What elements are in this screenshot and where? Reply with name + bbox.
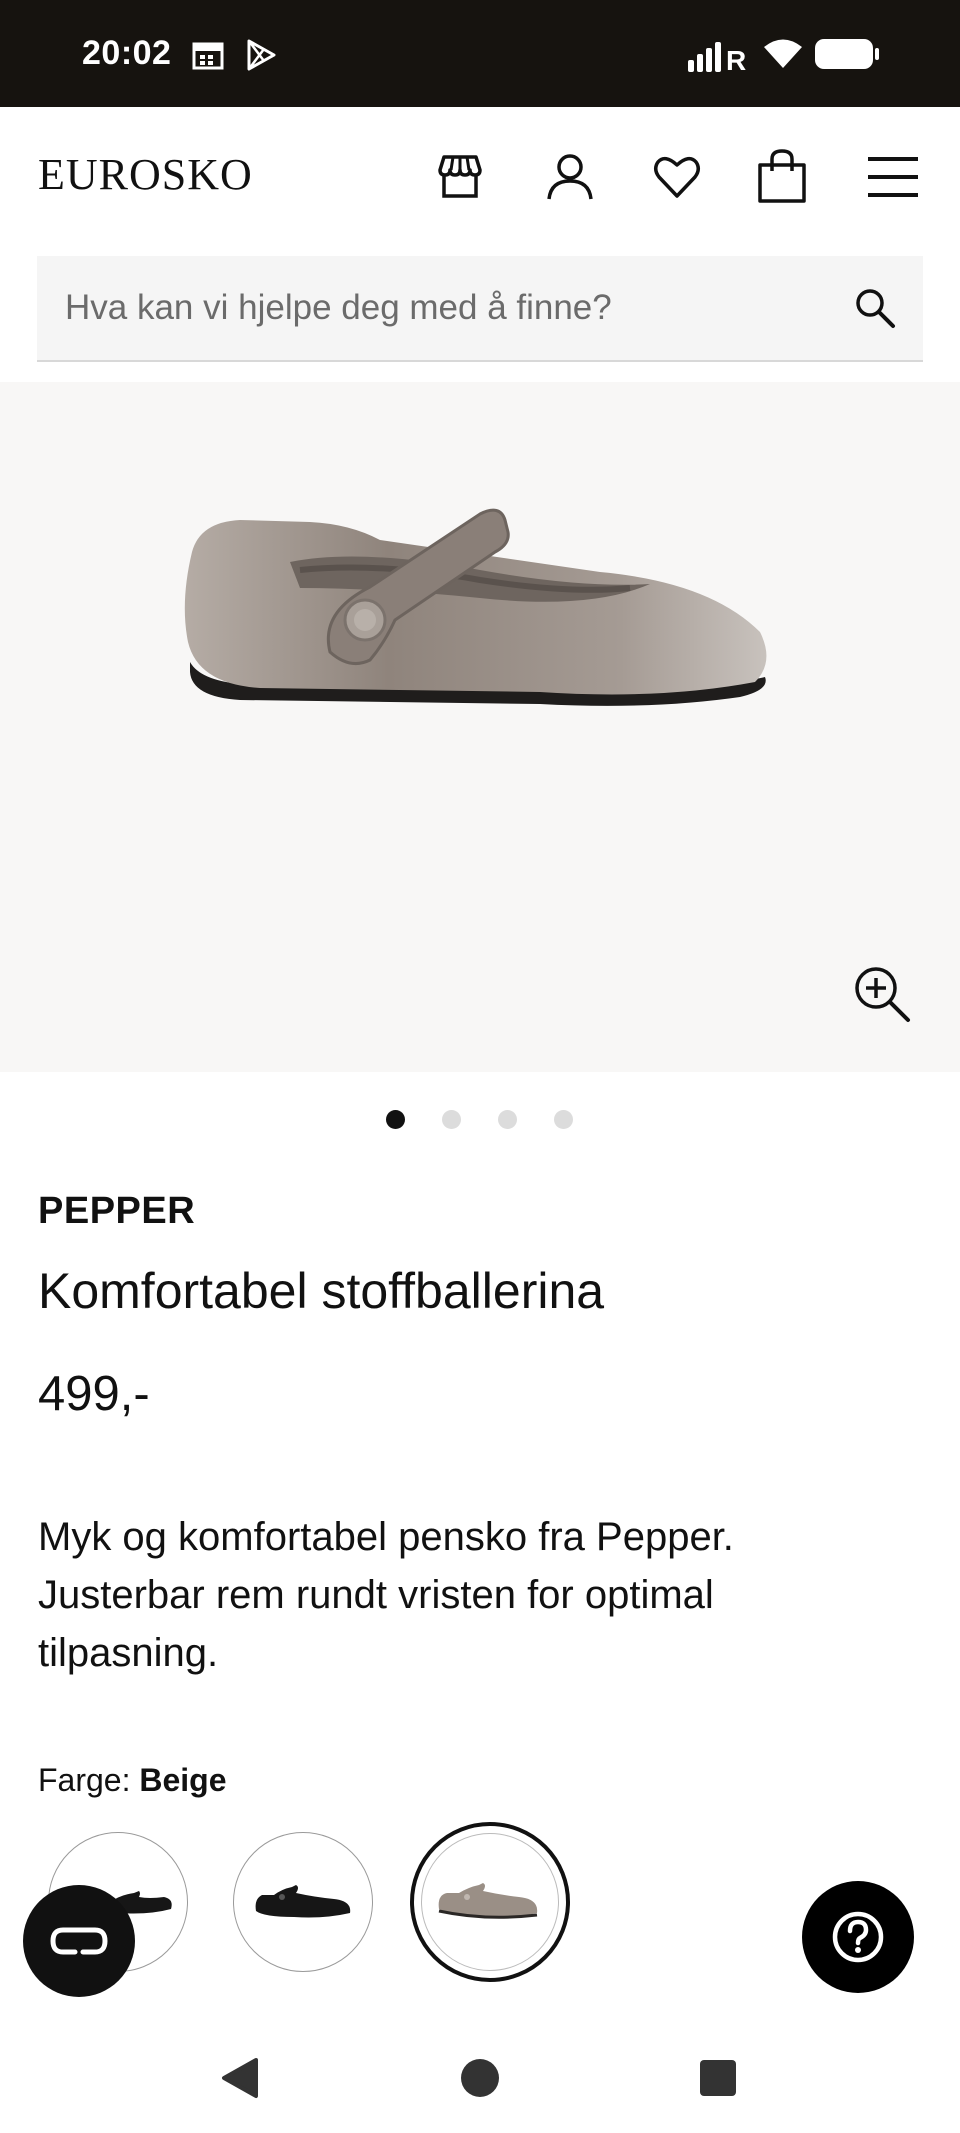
- battery-icon: [815, 39, 879, 69]
- product-description: Myk og komfortabel pensko fra Pepper. Ju…: [38, 1515, 734, 1675]
- heart-icon: [654, 156, 700, 198]
- bag-button[interactable]: [752, 147, 812, 207]
- wishlist-button[interactable]: [647, 147, 707, 207]
- play-store-icon: [247, 39, 276, 71]
- account-button[interactable]: [540, 147, 600, 207]
- search-icon[interactable]: [853, 286, 897, 330]
- swatch-shoe-image: [438, 1883, 538, 1919]
- account-icon: [547, 154, 593, 200]
- gallery-dot[interactable]: [442, 1110, 461, 1129]
- color-swatch-beige[interactable]: [410, 1822, 570, 1982]
- product-price: 499,-: [38, 1367, 150, 1421]
- gallery-pagination: [0, 1110, 960, 1130]
- menu-button[interactable]: [863, 147, 923, 207]
- gallery-dot[interactable]: [386, 1110, 405, 1129]
- system-nav-bar: [0, 2018, 960, 2133]
- wifi-icon: [764, 39, 802, 68]
- home-button[interactable]: [458, 2056, 502, 2100]
- chat-button[interactable]: [23, 1885, 135, 1997]
- gallery-dot[interactable]: [498, 1110, 517, 1129]
- store-icon: [438, 155, 482, 198]
- logo[interactable]: EUROSKO: [38, 149, 253, 200]
- status-time: 20:02: [82, 34, 172, 72]
- zoom-icon[interactable]: [852, 964, 912, 1024]
- product-image[interactable]: [180, 492, 780, 732]
- back-button[interactable]: [218, 2056, 262, 2100]
- header: EUROSKO: [0, 107, 960, 252]
- home-icon: [461, 2059, 499, 2097]
- color-label: Farge: Beige: [38, 1762, 227, 1799]
- product-title: Komfortabel stoffballerina: [38, 1263, 605, 1319]
- color-swatch-beige-inner: [421, 1833, 559, 1971]
- help-button[interactable]: [802, 1881, 914, 1993]
- gallery-dot[interactable]: [554, 1110, 573, 1129]
- swatch-shoe-image: [255, 1885, 351, 1918]
- color-swatch-black-2[interactable]: [233, 1832, 373, 1972]
- back-icon: [222, 2058, 258, 2098]
- color-label-text: Farge:: [38, 1762, 131, 1798]
- color-value: Beige: [139, 1762, 227, 1798]
- signal-icon: R: [688, 42, 746, 72]
- help-icon: [832, 1911, 884, 1963]
- product-gallery[interactable]: [0, 382, 960, 1072]
- status-bar: 20:02 R: [0, 0, 960, 107]
- search-input[interactable]: [65, 256, 825, 360]
- store-button[interactable]: [430, 147, 490, 207]
- recents-icon: [700, 2060, 736, 2096]
- menu-icon: [868, 157, 918, 197]
- svg-text:R: R: [726, 45, 746, 72]
- product-brand[interactable]: PEPPER: [38, 1190, 195, 1233]
- calendar-icon: [192, 42, 224, 70]
- bag-icon: [758, 149, 806, 203]
- chat-icon: [50, 1927, 108, 1955]
- recents-button[interactable]: [696, 2056, 740, 2100]
- search-bar: [37, 256, 923, 362]
